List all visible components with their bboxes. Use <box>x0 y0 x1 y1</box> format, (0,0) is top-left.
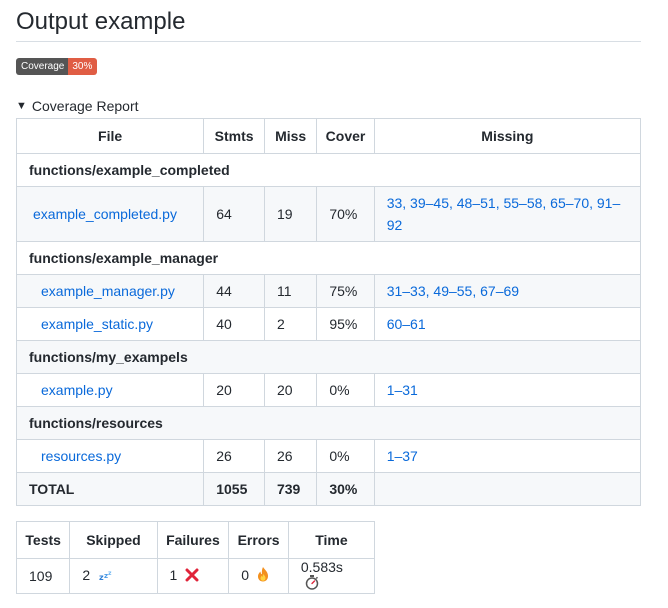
total-stmts: 1055 <box>203 472 265 506</box>
col-cover: Cover <box>316 118 375 154</box>
results-row: 109 2 z z z 1 0 0.583s <box>15 557 376 595</box>
total-missing-empty <box>373 472 642 506</box>
missing-lines-link[interactable]: 1–37 <box>373 439 642 473</box>
skipped-cell: 2 z z z <box>69 557 158 595</box>
col-time: Time <box>287 521 376 559</box>
file-cell: example_manager.py <box>15 274 205 308</box>
file-link[interactable]: example_completed.py <box>33 206 177 222</box>
file-link[interactable]: resources.py <box>41 448 121 464</box>
cover-cell: 0% <box>316 373 375 407</box>
table-row: example_static.py 40 2 95% 60–61 <box>15 307 642 341</box>
miss-cell: 26 <box>263 439 318 473</box>
page: Output example Coverage 30% ▼ Coverage R… <box>0 0 668 608</box>
failures-cell: 1 <box>156 557 230 595</box>
group-name: functions/example_completed <box>16 153 641 187</box>
missing-lines-link[interactable]: 33, 39–45, 48–51, 55–58, 65–70, 91–92 <box>373 186 642 242</box>
col-file: File <box>15 118 205 154</box>
fire-icon <box>257 567 269 585</box>
miss-cell: 11 <box>263 274 318 308</box>
results-header-row: Tests Skipped Failures Errors Time <box>15 521 376 559</box>
test-results-table: Tests Skipped Failures Errors Time 109 2… <box>15 521 376 595</box>
coverage-table: File Stmts Miss Cover Missing functions/… <box>15 118 642 506</box>
col-miss: Miss <box>263 118 318 154</box>
total-label: TOTAL <box>15 472 205 506</box>
coverage-report-toggle[interactable]: ▼ Coverage Report <box>16 98 139 114</box>
stmts-cell: 40 <box>203 307 265 341</box>
cross-mark-icon <box>185 568 199 585</box>
col-errors: Errors <box>228 521 289 559</box>
file-link[interactable]: example_static.py <box>41 316 153 332</box>
file-cell: example_completed.py <box>15 186 205 242</box>
errors-count: 0 <box>241 567 250 583</box>
group-name: functions/resources <box>16 406 641 440</box>
heading-divider <box>16 41 641 42</box>
table-row: resources.py 26 26 0% 1–37 <box>15 439 642 473</box>
time-value: 0.583s <box>300 559 343 575</box>
group-row: functions/example_completed <box>16 153 641 187</box>
time-cell: 0.583s <box>287 557 376 595</box>
table-row: example_completed.py 64 19 70% 33, 39–45… <box>15 186 642 242</box>
cover-cell: 95% <box>316 307 375 341</box>
group-name: functions/example_manager <box>16 241 641 275</box>
stmts-cell: 64 <box>203 186 265 242</box>
stmts-cell: 26 <box>203 439 265 473</box>
stmts-cell: 20 <box>203 373 265 407</box>
col-stmts: Stmts <box>203 118 265 154</box>
coverage-badge: Coverage 30% <box>16 58 98 75</box>
group-row: functions/resources <box>16 406 641 440</box>
coverage-header-row: File Stmts Miss Cover Missing <box>15 118 642 154</box>
badge-value: 30% <box>68 58 98 75</box>
coverage-report-summary: Coverage Report <box>31 98 139 114</box>
group-row: functions/example_manager <box>16 241 641 275</box>
errors-cell: 0 <box>228 557 289 595</box>
table-row: example_manager.py 44 11 75% 31–33, 49–5… <box>15 274 642 308</box>
stopwatch-icon <box>305 575 319 593</box>
cover-cell: 0% <box>316 439 375 473</box>
file-link[interactable]: example.py <box>41 382 113 398</box>
col-tests: Tests <box>15 521 71 559</box>
svg-text:z: z <box>108 570 112 577</box>
file-cell: example_static.py <box>15 307 205 341</box>
group-name: functions/my_exampels <box>16 340 641 374</box>
miss-cell: 19 <box>263 186 318 242</box>
zzz-icon: z z z <box>98 568 114 585</box>
file-link[interactable]: example_manager.py <box>41 283 175 299</box>
missing-lines-link[interactable]: 31–33, 49–55, 67–69 <box>373 274 642 308</box>
table-row: example.py 20 20 0% 1–31 <box>15 373 642 407</box>
cover-cell: 75% <box>316 274 375 308</box>
caret-down-icon: ▼ <box>16 100 27 112</box>
total-miss: 739 <box>263 472 318 506</box>
file-cell: resources.py <box>15 439 205 473</box>
col-skipped: Skipped <box>69 521 158 559</box>
total-cover: 30% <box>316 472 375 506</box>
page-heading: Output example <box>16 8 186 35</box>
file-cell: example.py <box>15 373 205 407</box>
group-row: functions/my_exampels <box>16 340 641 374</box>
col-failures: Failures <box>156 521 230 559</box>
miss-cell: 2 <box>263 307 318 341</box>
total-row: TOTAL 1055 739 30% <box>15 472 642 506</box>
stmts-cell: 44 <box>203 274 265 308</box>
cover-cell: 70% <box>316 186 375 242</box>
tests-count: 109 <box>15 557 71 595</box>
badge-label: Coverage <box>16 58 69 75</box>
col-missing: Missing <box>373 118 642 154</box>
skipped-count: 2 <box>82 567 91 584</box>
missing-lines-link[interactable]: 1–31 <box>373 373 642 407</box>
failures-count: 1 <box>169 567 178 584</box>
missing-lines-link[interactable]: 60–61 <box>373 307 642 341</box>
miss-cell: 20 <box>263 373 318 407</box>
